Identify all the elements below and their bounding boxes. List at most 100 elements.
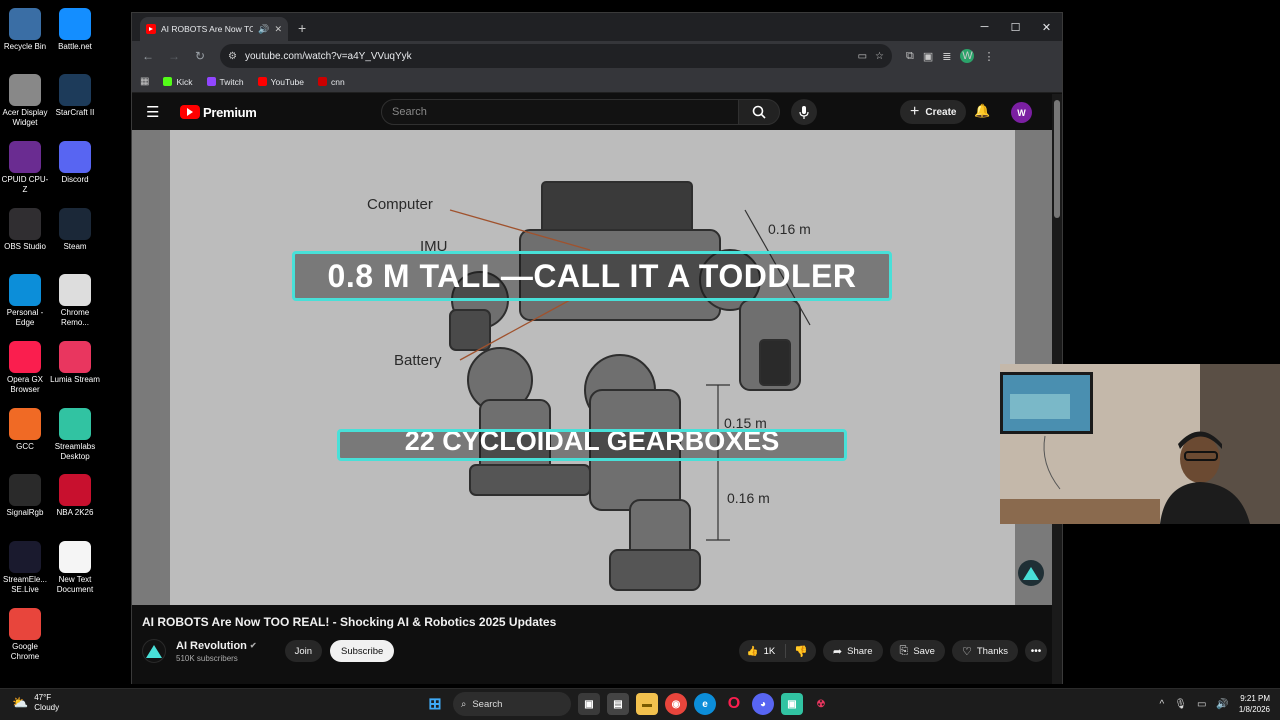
desktop-icon[interactable]: Personal - Edge <box>0 270 50 328</box>
reload-icon[interactable]: ↻ <box>190 46 210 66</box>
weather-desc: Cloudy <box>34 703 60 712</box>
speaker-icon[interactable]: 🔊 <box>258 24 269 35</box>
minimize-icon[interactable]: ─ <box>969 13 1000 41</box>
task-view-icon[interactable]: ▣ <box>578 693 600 715</box>
lumia-taskbar-icon[interactable]: ☢ <box>810 693 832 715</box>
desktop-icon[interactable]: Opera GX Browser <box>0 337 50 395</box>
edge-icon <box>9 274 41 306</box>
hamburger-menu-icon[interactable]: ☰ <box>146 103 168 121</box>
create-button[interactable]: + Create <box>900 100 967 124</box>
desktop-icon[interactable]: StreamEle... SE.Live <box>0 537 50 595</box>
desktop-icon[interactable]: Acer Display Widget <box>0 70 50 128</box>
like-button[interactable]: 👍 1K <box>739 644 787 658</box>
volume-icon[interactable]: 🔊 <box>1216 699 1228 710</box>
bookmark-kick[interactable]: Kick <box>163 77 193 87</box>
subscribe-button[interactable]: Subscribe <box>330 640 395 662</box>
desktop-icon[interactable]: Discord <box>50 137 100 185</box>
search-input[interactable] <box>392 106 738 118</box>
desktop-icon[interactable]: New Text Document <box>50 537 100 595</box>
channel-watermark-icon[interactable] <box>1018 560 1044 586</box>
search-button[interactable] <box>738 99 780 125</box>
discord-taskbar-icon[interactable]: ◕ <box>752 693 774 715</box>
close-window-icon[interactable]: ✕ <box>1031 13 1062 41</box>
microphone-tray-icon[interactable]: 🎙 <box>1174 699 1187 710</box>
notifications-bell-icon[interactable]: 🔔 <box>974 103 990 119</box>
desktop-icon[interactable]: CPUID CPU-Z <box>0 137 50 195</box>
share-button[interactable]: ➦ Share <box>822 640 883 662</box>
windows-start-icon[interactable]: ⊞ <box>424 693 446 715</box>
youtube-logo[interactable]: Premium <box>180 105 257 120</box>
tab-search-icon[interactable]: ≣ <box>942 50 951 63</box>
weather-widget[interactable]: ⛅ 47°F Cloudy <box>12 693 59 713</box>
network-icon[interactable]: ▭ <box>1197 699 1206 710</box>
channel-row: AI Revolution ✔ 510K subscribers Join Sub… <box>142 639 1047 663</box>
caption-main: 0.8 M TALL—CALL IT A TODDLER <box>292 251 892 301</box>
desktop-icon-label: NBA 2K26 <box>56 508 94 517</box>
tab-youtube[interactable]: AI ROBOTS Are Now TOO REAL! 🔊 ✕ <box>140 17 288 41</box>
desktop-icon[interactable]: SignalRgb <box>0 470 50 518</box>
dislike-button[interactable]: 👎 <box>786 645 816 658</box>
desktop-icon[interactable]: Chrome Remo... <box>50 270 100 328</box>
back-icon[interactable]: ← <box>138 46 158 66</box>
desktop-icon[interactable]: Recycle Bin <box>0 4 50 52</box>
site-info-icon[interactable]: ⚙ <box>228 51 237 62</box>
cast-icon[interactable]: ▭ <box>858 51 867 62</box>
twitch-icon <box>206 77 216 86</box>
sidepanel-icon[interactable]: ▣ <box>923 50 933 63</box>
streamelements-icon <box>9 541 41 573</box>
youtube-header: ☰ Premium + Create 🔔 W <box>132 94 1062 130</box>
maximize-icon[interactable]: ☐ <box>1000 13 1031 41</box>
extensions-icon[interactable]: ⧉ <box>906 50 914 63</box>
desktop-icon[interactable]: Streamlabs Desktop <box>50 404 100 462</box>
join-button[interactable]: Join <box>284 640 323 662</box>
webcam-feed-image <box>1000 364 1280 524</box>
opera-gx-taskbar-icon[interactable]: O <box>723 693 745 715</box>
desktop-icon[interactable]: Battle.net <box>50 4 100 52</box>
bookmark-youtube[interactable]: YouTube <box>257 77 304 87</box>
channel-info: AI Revolution ✔ 510K subscribers <box>176 640 257 663</box>
discord-icon <box>59 141 91 173</box>
cpuz-icon <box>9 141 41 173</box>
file-explorer-icon[interactable]: ▬ <box>636 693 658 715</box>
chrome-menu-icon[interactable]: ⋮ <box>983 50 994 63</box>
desktop-icon[interactable]: NBA 2K26 <box>50 470 100 518</box>
more-actions-icon[interactable]: ••• <box>1025 640 1047 662</box>
like-count: 1K <box>763 645 776 657</box>
video-label-dimension-1: 0.16 m <box>768 221 811 237</box>
address-bar[interactable]: ⚙ youtube.com/watch?v=a4Y_VVuqYyk ▭ ☆ <box>220 44 892 68</box>
save-button[interactable]: ⎘ Save <box>889 640 945 662</box>
bookmark-cnn[interactable]: cnn <box>318 77 345 87</box>
text-document-icon <box>59 541 91 573</box>
scrollbar-thumb[interactable] <box>1054 100 1060 218</box>
video-frame[interactable]: Computer IMU Battery 0.16 m 0.15 m 0.16 … <box>170 130 1015 605</box>
channel-name[interactable]: AI Revolution <box>176 640 247 652</box>
apps-grid-icon[interactable]: ▦ <box>140 76 149 87</box>
streamlabs-taskbar-icon[interactable]: ▣ <box>781 693 803 715</box>
desktop-icon[interactable]: Steam <box>50 204 100 252</box>
channel-name-row[interactable]: AI Revolution ✔ <box>176 640 257 652</box>
desktop-icon[interactable]: StarCraft II <box>50 70 100 118</box>
robot-diagram-illustration <box>449 181 811 591</box>
edge-taskbar-icon[interactable]: e <box>694 693 716 715</box>
chrome-taskbar-icon[interactable]: ◉ <box>665 693 687 715</box>
tray-overflow-icon[interactable]: ^ <box>1160 699 1165 710</box>
video-player[interactable]: Computer IMU Battery 0.16 m 0.15 m 0.16 … <box>132 130 1052 605</box>
desktop-icon[interactable]: Lumia Stream <box>50 337 100 385</box>
desktop-icon[interactable]: OBS Studio <box>0 204 50 252</box>
close-tab-icon[interactable]: ✕ <box>274 24 282 35</box>
account-avatar[interactable]: W <box>1011 102 1032 123</box>
desktop-icon[interactable]: Google Chrome <box>0 604 50 662</box>
voice-search-button[interactable] <box>791 99 817 125</box>
widgets-icon[interactable]: ▤ <box>607 693 629 715</box>
profile-avatar[interactable]: W <box>960 49 975 63</box>
forward-icon[interactable]: → <box>164 46 184 66</box>
new-tab-icon[interactable]: + <box>298 20 306 36</box>
bookmark-twitch[interactable]: Twitch <box>206 77 244 87</box>
desktop-icon[interactable]: GCC <box>0 404 50 452</box>
taskbar-search[interactable]: ⌕ Search <box>453 692 571 716</box>
bookmark-star-icon[interactable]: ☆ <box>875 51 884 62</box>
clock[interactable]: 9:21 PM 1/8/2026 <box>1239 693 1270 715</box>
thanks-button[interactable]: ♡ Thanks <box>951 640 1018 662</box>
channel-avatar[interactable] <box>142 639 166 663</box>
kick-icon <box>163 77 173 86</box>
